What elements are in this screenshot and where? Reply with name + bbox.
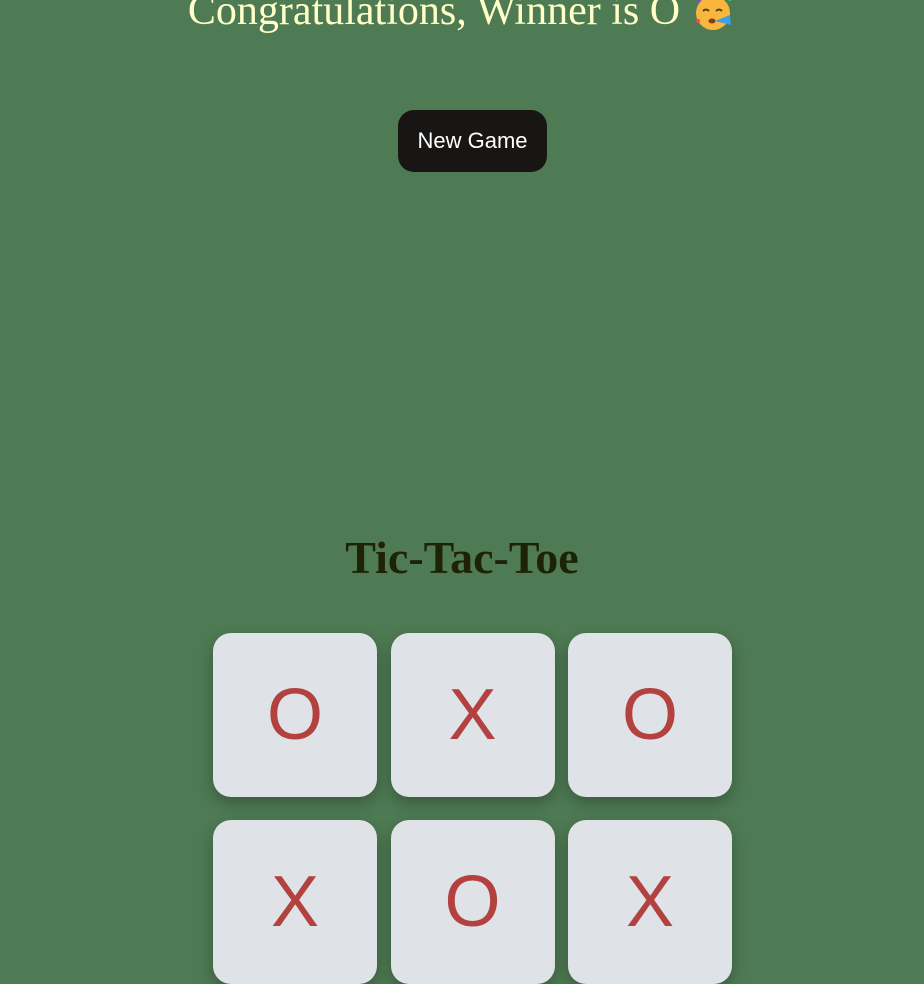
winner-message: Congratulations, Winner is O [0,0,924,36]
game-board: O X O X O X [213,633,732,984]
board-cell[interactable]: O [390,820,555,984]
board-cell[interactable]: O [568,633,732,797]
new-game-button[interactable]: New Game [398,110,547,172]
game-title: Tic-Tac-Toe [345,532,579,583]
board-cell[interactable]: X [568,820,732,984]
board-cell[interactable]: O [213,633,377,797]
winner-message-text: Congratulations, Winner is O [187,0,681,34]
party-face-icon [690,0,736,33]
board-cell[interactable]: X [390,633,555,797]
board-cell[interactable]: X [213,820,377,984]
